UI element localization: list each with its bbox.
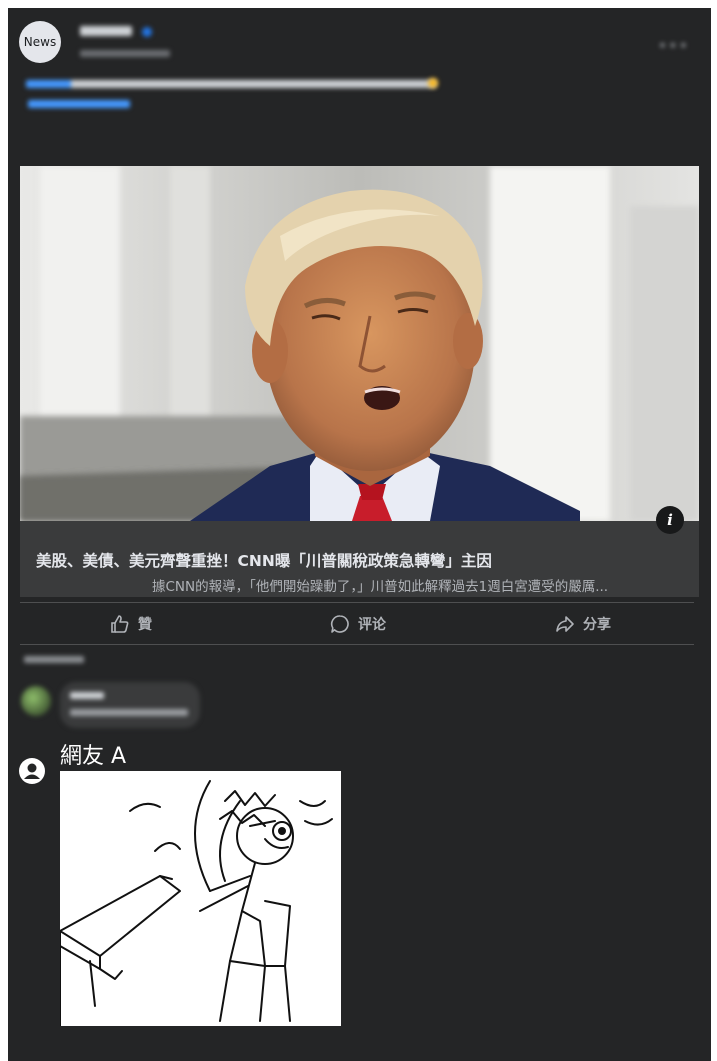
redacted-sort-label bbox=[24, 656, 84, 663]
share-label: 分享 bbox=[583, 617, 611, 633]
commenter-avatar[interactable] bbox=[21, 686, 51, 716]
post-header: News ••• bbox=[8, 8, 711, 128]
page-avatar-text: News bbox=[23, 35, 57, 49]
redacted-post-link[interactable] bbox=[28, 100, 130, 108]
comment-label: 评论 bbox=[358, 617, 386, 633]
thumbs-up-icon bbox=[111, 615, 129, 633]
redacted-post-time bbox=[80, 50, 170, 57]
like-label: 贊 bbox=[138, 617, 152, 633]
divider bbox=[20, 644, 694, 645]
table-flip-meme-image bbox=[60, 780, 333, 1026]
verified-badge-icon bbox=[142, 27, 152, 37]
comment-bubble-icon bbox=[330, 615, 349, 633]
redacted-page-name bbox=[80, 26, 132, 36]
divider bbox=[20, 602, 694, 603]
link-preview[interactable]: 美股、美債、美元齊聲重挫！CNN曝「川普關稅政策急轉彎」主因 據CNN的報導，「… bbox=[20, 521, 699, 597]
comment-image[interactable] bbox=[60, 771, 341, 1026]
comment-button[interactable]: 评论 bbox=[330, 607, 386, 641]
redacted-comment-text bbox=[70, 709, 188, 716]
post-actions-bar: 贊 评论 分享 bbox=[20, 607, 699, 641]
page-avatar[interactable]: News bbox=[19, 21, 61, 63]
share-arrow-icon bbox=[556, 616, 574, 632]
article-description: 據CNN的報導，「他們開始躁動了，」川普如此解釋過去1週白宮遭受的嚴厲... bbox=[152, 579, 609, 595]
article-photo-image bbox=[20, 166, 699, 521]
post-card: News ••• i 美股、美債、美元齊聲重挫！CNN曝「川普關稅政策急轉彎」主… bbox=[8, 8, 711, 1061]
redacted-commenter-name bbox=[70, 692, 104, 699]
redacted-post-emoji bbox=[428, 78, 438, 88]
info-icon[interactable]: i bbox=[656, 506, 684, 534]
redacted-post-text bbox=[26, 80, 436, 88]
article-title[interactable]: 美股、美債、美元齊聲重挫！CNN曝「川普關稅政策急轉彎」主因 bbox=[36, 549, 492, 571]
comment-bubble bbox=[60, 682, 200, 728]
reply-author-name[interactable]: 網友 A bbox=[60, 738, 126, 770]
article-photo[interactable] bbox=[20, 166, 699, 521]
share-button[interactable]: 分享 bbox=[555, 607, 611, 641]
user-avatar-icon[interactable] bbox=[19, 758, 45, 784]
more-options-icon[interactable]: ••• bbox=[658, 36, 689, 55]
like-button[interactable]: 贊 bbox=[110, 607, 152, 641]
